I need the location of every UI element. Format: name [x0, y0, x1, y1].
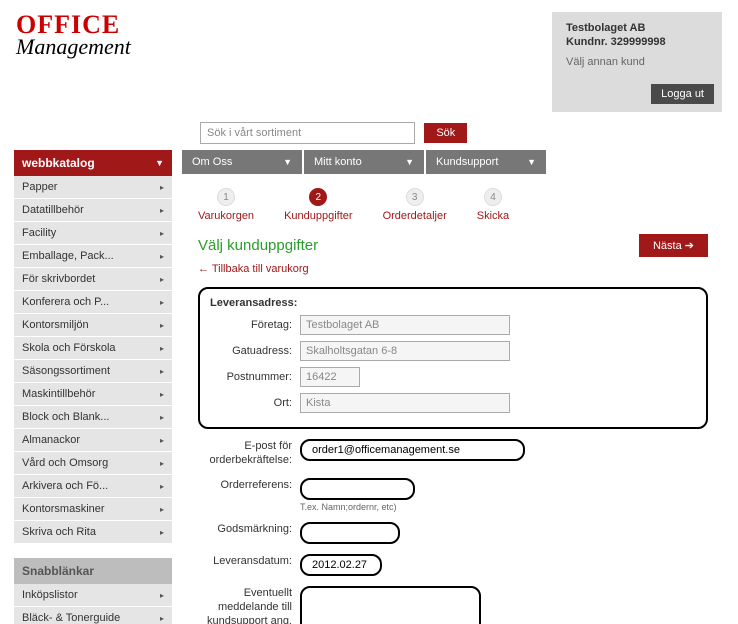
- checkout-step[interactable]: 4 Skicka: [477, 188, 509, 222]
- sidebar-item[interactable]: Skriva och Rita▸: [14, 521, 172, 544]
- sidebar-item[interactable]: För skrivbordet▸: [14, 268, 172, 291]
- sidebar-item[interactable]: Vård och Omsorg▸: [14, 452, 172, 475]
- quicklink-item[interactable]: Inköpslistor▸: [14, 584, 172, 607]
- arrow-right-icon: ▸: [160, 275, 164, 284]
- gods-field[interactable]: [310, 526, 390, 540]
- arrow-right-icon: ▸: [160, 390, 164, 399]
- address-box-title: Leveransadress:: [210, 297, 696, 309]
- company-label: Företag:: [210, 319, 300, 331]
- email-label: E-post för orderbekräftelse:: [198, 439, 300, 468]
- checkout-step[interactable]: 2 Kunduppgifter: [284, 188, 353, 222]
- street-field: [300, 341, 510, 361]
- customer-number: Kundnr. 329999998: [566, 36, 708, 48]
- arrow-right-icon: ▸: [160, 321, 164, 330]
- sidebar-item[interactable]: Arkivera och Fö...▸: [14, 475, 172, 498]
- arrow-right-icon: ▸: [160, 206, 164, 215]
- logo-bottom: Management: [16, 36, 131, 58]
- sidebar-quicklinks-header: Snabblänkar: [14, 558, 172, 584]
- customer-info-box: Testbolaget AB Kundnr. 329999998 Välj an…: [552, 12, 722, 112]
- step-label: Varukorgen: [198, 210, 254, 222]
- date-field[interactable]: [310, 558, 372, 572]
- sidebar-item[interactable]: Maskintillbehör▸: [14, 383, 172, 406]
- arrow-right-icon: ▸: [160, 528, 164, 537]
- message-label: Eventuellt meddelande till kundsupport a…: [198, 586, 300, 624]
- gods-field-wrap: [300, 522, 400, 544]
- step-label: Kunduppgifter: [284, 210, 353, 222]
- arrow-right-icon: ▸: [160, 367, 164, 376]
- arrow-right-icon: ▸: [160, 505, 164, 514]
- step-number: 4: [484, 188, 502, 206]
- back-to-cart-link[interactable]: ← Tillbaka till varukorg: [182, 261, 724, 287]
- gods-label: Godsmärkning:: [198, 522, 300, 536]
- sidebar-item[interactable]: Almanackor▸: [14, 429, 172, 452]
- arrow-right-icon: ▸: [160, 436, 164, 445]
- arrow-right-icon: ▸: [160, 413, 164, 422]
- sidebar-item[interactable]: Block och Blank...▸: [14, 406, 172, 429]
- step-number: 3: [406, 188, 424, 206]
- step-label: Skicka: [477, 210, 509, 222]
- step-label: Orderdetaljer: [383, 210, 447, 222]
- arrow-right-icon: ▸: [160, 229, 164, 238]
- chevron-down-icon: ▼: [405, 157, 414, 167]
- sidebar-item[interactable]: Kontorsmiljön▸: [14, 314, 172, 337]
- delivery-address-box: Leveransadress: Företag: Gatuadress: Pos…: [198, 287, 708, 429]
- message-field[interactable]: [308, 592, 473, 624]
- arrow-right-icon: ▸: [160, 252, 164, 261]
- city-field: [300, 393, 510, 413]
- message-field-wrap: [300, 586, 481, 624]
- search-input[interactable]: [200, 122, 415, 144]
- email-field[interactable]: [310, 443, 520, 457]
- orderref-label: Orderreferens:: [198, 478, 300, 492]
- sidebar-item[interactable]: Datatillbehör▸: [14, 199, 172, 222]
- chevron-down-icon: ▼: [155, 158, 164, 168]
- zip-label: Postnummer:: [210, 371, 300, 383]
- sidebar-item[interactable]: Papper▸: [14, 176, 172, 199]
- chevron-down-icon: ▼: [527, 157, 536, 167]
- orderref-hint: T.ex. Namn;ordernr, etc): [300, 502, 415, 512]
- topnav-item[interactable]: Kundsupport▼: [426, 150, 546, 174]
- email-field-wrap: [300, 439, 525, 461]
- arrow-right-icon: ▸: [160, 614, 164, 623]
- sidebar-item[interactable]: Kontorsmaskiner▸: [14, 498, 172, 521]
- orderref-field-wrap: [300, 478, 415, 500]
- sidebar-item[interactable]: Facility▸: [14, 222, 172, 245]
- sidebar-item[interactable]: Emballage, Pack...▸: [14, 245, 172, 268]
- topnav-item[interactable]: Mitt konto▼: [304, 150, 424, 174]
- step-number: 1: [217, 188, 235, 206]
- topnav-item[interactable]: Om Oss▼: [182, 150, 302, 174]
- arrow-right-icon: ▸: [160, 298, 164, 307]
- date-label: Leveransdatum:: [198, 554, 300, 568]
- checkout-step[interactable]: 1 Varukorgen: [198, 188, 254, 222]
- search-button[interactable]: Sök: [424, 123, 467, 143]
- city-label: Ort:: [210, 397, 300, 409]
- sidebar-item[interactable]: Konferera och P...▸: [14, 291, 172, 314]
- orderref-field[interactable]: [310, 482, 405, 496]
- date-field-wrap: [300, 554, 382, 576]
- arrow-right-icon: ▸: [160, 183, 164, 192]
- logout-button[interactable]: Logga ut: [651, 84, 714, 104]
- arrow-right-icon: ▸: [160, 591, 164, 600]
- arrow-right-icon: ▸: [160, 459, 164, 468]
- checkout-step[interactable]: 3 Orderdetaljer: [383, 188, 447, 222]
- page-title: Välj kunduppgifter: [198, 237, 318, 254]
- sidebar-item[interactable]: Skola och Förskola▸: [14, 337, 172, 360]
- chevron-down-icon: ▼: [283, 157, 292, 167]
- step-number: 2: [309, 188, 327, 206]
- quicklink-item[interactable]: Bläck- & Tonerguide▸: [14, 607, 172, 624]
- zip-field: [300, 367, 360, 387]
- next-button[interactable]: Nästa ➔: [639, 234, 708, 257]
- sidebar-catalog-header[interactable]: webbkatalog ▼: [14, 150, 172, 176]
- company-field: [300, 315, 510, 335]
- customer-company: Testbolaget AB: [566, 22, 708, 34]
- street-label: Gatuadress:: [210, 345, 300, 357]
- logo: OFFICE Management: [16, 12, 131, 58]
- arrow-right-icon: ▸: [160, 344, 164, 353]
- arrow-right-icon: ▸: [160, 482, 164, 491]
- choose-other-customer-link[interactable]: Välj annan kund: [566, 56, 708, 68]
- sidebar-item[interactable]: Säsongssortiment▸: [14, 360, 172, 383]
